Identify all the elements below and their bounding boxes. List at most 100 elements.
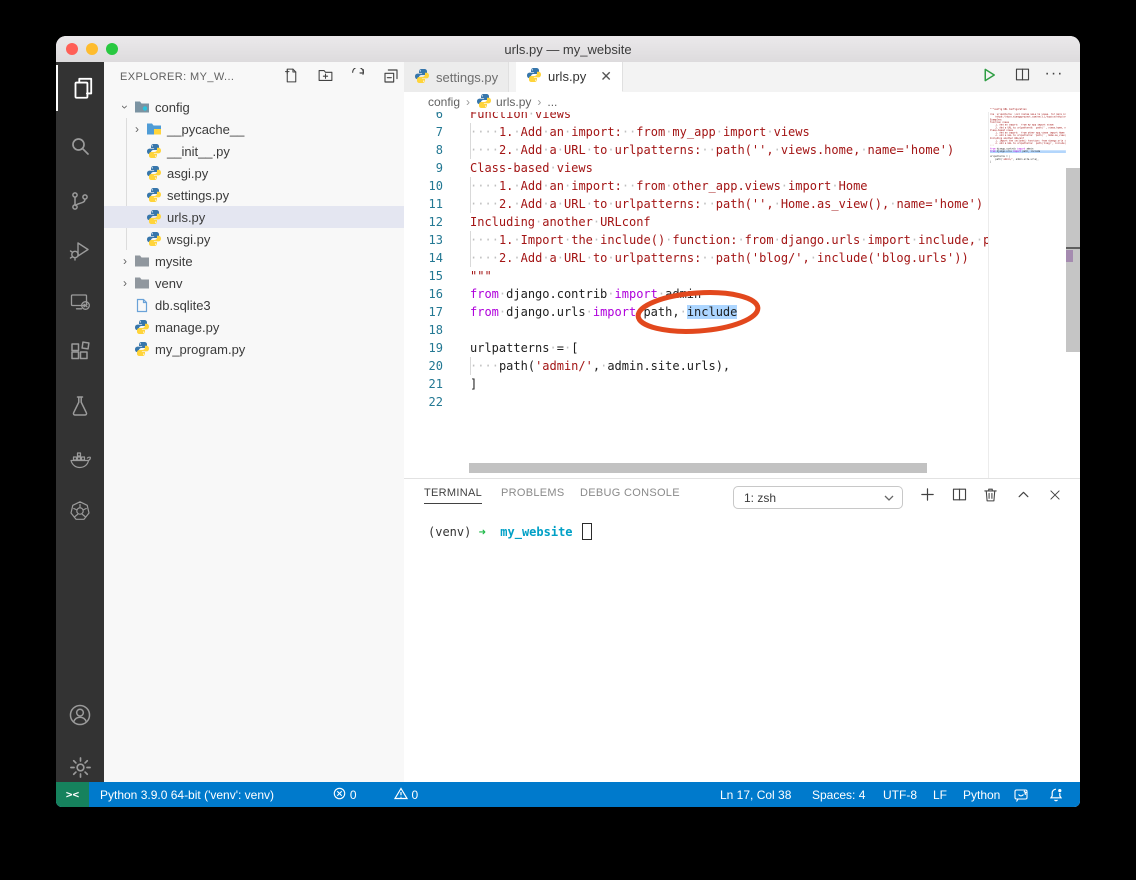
refresh-explorer-button[interactable] (347, 66, 369, 89)
breadcrumb-item[interactable]: urls.py (496, 95, 531, 109)
tree-item--pycache-[interactable]: › __pycache__ (104, 118, 404, 140)
panel-tab-debug-console[interactable]: DEBUG CONSOLE (580, 487, 680, 503)
status-indentation[interactable]: Spaces: 4 (812, 782, 865, 807)
activity-bar-kubernetes[interactable] (56, 488, 104, 534)
code-line-18[interactable]: 18 (404, 321, 988, 339)
line-number: 16 (428, 287, 443, 301)
horizontal-scrollbar[interactable] (469, 463, 927, 473)
new-file-button[interactable] (280, 67, 302, 89)
new-folder-button[interactable] (314, 67, 336, 89)
code-line-10[interactable]: 10 ····1.·Add·an·import:··from·other_app.… (404, 177, 988, 195)
collapse-folders-button[interactable] (380, 67, 402, 89)
minimap[interactable]: """config URL Configuration The `urlpatt… (990, 108, 1066, 248)
code-editor[interactable]: 6 Function·views 7 ····1.·Add·an·import:··f… (404, 112, 988, 478)
terminal-shell-select[interactable]: 1: zsh (733, 486, 903, 509)
line-number: 20 (428, 359, 443, 373)
activity-bar-source-control[interactable] (56, 178, 104, 224)
code-line-12[interactable]: 12 Including·another·URLconf (404, 213, 988, 231)
line-number: 21 (428, 377, 443, 391)
new-file-icon (283, 67, 300, 89)
refresh-icon (350, 66, 366, 89)
code-line-11[interactable]: 11 ····2.·Add·a·URL·to·urlpatterns:··path… (404, 195, 988, 213)
code-line-19[interactable]: 19 urlpatterns·=·[ (404, 339, 988, 357)
notifications-bell-icon[interactable] (1048, 782, 1064, 807)
split-terminal-button[interactable] (946, 484, 972, 510)
activity-bar-extensions[interactable] (56, 329, 104, 375)
python-icon (145, 209, 162, 225)
tree-item-config[interactable]: › config (104, 96, 404, 118)
scm-icon (68, 189, 92, 213)
breadcrumb-item[interactable]: config (428, 95, 460, 109)
feedback-icon[interactable] (1013, 782, 1029, 807)
status-cursor-position[interactable]: Ln 17, Col 38 (720, 782, 791, 807)
bottom-panel: TERMINAL PROBLEMS DEBUG CONSOLE 1: zsh (ve… (404, 478, 1080, 783)
new-terminal-button[interactable] (914, 484, 940, 510)
ellipsis-icon: ··· (1044, 65, 1064, 82)
editor-tab-bar: settings.py urls.py ✕ ··· (404, 62, 1080, 93)
shell-select-value: 1: zsh (744, 490, 777, 505)
code-line-15[interactable]: 15 """ (404, 267, 988, 285)
code-line-8[interactable]: 8 ····2.·Add·a·URL·to·urlpatterns:··path(… (404, 141, 988, 159)
activity-bar-accounts[interactable] (56, 692, 104, 738)
code-line-17[interactable]: 17 from·django.urls·import·path,·include (404, 303, 988, 321)
panel-tab-problems[interactable]: PROBLEMS (501, 487, 565, 503)
code-line-20[interactable]: 20 ····path('admin/',·admin.site.urls), (404, 357, 988, 375)
title-bar[interactable]: urls.py — my_website (56, 36, 1080, 63)
activity-bar-search[interactable] (56, 123, 104, 169)
code-line-13[interactable]: 13 ····1.·Import·the·include()·function:·… (404, 231, 988, 249)
tree-item-manage-py[interactable]: manage.py (104, 316, 404, 338)
code-line-22[interactable]: 22 (404, 393, 988, 411)
tree-item-venv[interactable]: › venv (104, 272, 404, 294)
tab-settings-py[interactable]: settings.py (404, 62, 510, 92)
tree-item-wsgi-py[interactable]: wsgi.py (104, 228, 404, 250)
status-eol[interactable]: LF (933, 782, 947, 807)
activity-bar-explorer[interactable] (56, 65, 106, 111)
run-python-file-button[interactable] (976, 64, 1002, 90)
folder-icon (133, 253, 150, 269)
maximize-panel-button[interactable] (1010, 484, 1036, 510)
terminal-cursor (581, 523, 592, 540)
activity-bar-remote-explorer[interactable] (56, 279, 104, 325)
kill-terminal-button[interactable] (977, 484, 1003, 510)
status-language-mode[interactable]: Python (963, 782, 1000, 807)
terminal-cwd: my_website (500, 524, 573, 539)
breadcrumb-item[interactable]: ... (547, 95, 557, 109)
tree-item-urls-py[interactable]: urls.py (104, 206, 404, 228)
tree-item-settings-py[interactable]: settings.py (104, 184, 404, 206)
debug-icon (68, 238, 92, 262)
problems-status[interactable]: 0 0 (304, 782, 418, 807)
tree-item-db-sqlite3[interactable]: db.sqlite3 (104, 294, 404, 316)
close-tab-icon[interactable]: ✕ (600, 68, 612, 85)
more-actions-button[interactable]: ··· (1041, 64, 1067, 90)
activity-bar-testing[interactable] (56, 383, 104, 429)
tree-item-asgi-py[interactable]: asgi.py (104, 162, 404, 184)
code-line-14[interactable]: 14 ····2.·Add·a·URL·to·urlpatterns:··path… (404, 249, 988, 267)
docker-icon (68, 447, 92, 471)
code-line-9[interactable]: 9 Class-based·views (404, 159, 988, 177)
code-line-21[interactable]: 21] (404, 375, 988, 393)
tree-item-mysite[interactable]: › mysite (104, 250, 404, 272)
python-icon (476, 93, 492, 112)
code-line-7[interactable]: 7 ····1.·Add·an·import:··from·my_app·impo… (404, 123, 988, 141)
kubernetes-icon (68, 499, 92, 523)
activity-bar-docker[interactable] (56, 436, 104, 482)
close-panel-button[interactable] (1042, 484, 1068, 510)
split-editor-button[interactable] (1009, 64, 1035, 90)
python-interpreter-status[interactable]: Python 3.9.0 64-bit ('venv': venv) (100, 782, 274, 807)
collapse-all-icon (383, 68, 399, 89)
code-line-16[interactable]: 16 from·django.contrib·import·admin (404, 285, 988, 303)
tree-item-label: asgi.py (167, 165, 209, 181)
line-number: 8 (435, 143, 443, 157)
terminal-viewport[interactable]: (venv) ➜ my_website (428, 523, 592, 540)
remote-indicator[interactable]: >< (56, 782, 89, 807)
status-encoding[interactable]: UTF-8 (883, 782, 917, 807)
tree-item-label: manage.py (155, 319, 220, 335)
breadcrumb[interactable]: config › urls.py ›... (404, 92, 1080, 112)
activity-bar-run-and-debug[interactable] (56, 227, 104, 273)
line-number: 11 (428, 197, 443, 211)
code-line-6[interactable]: 6 Function·views (404, 112, 988, 123)
tree-item-my-program-py[interactable]: my_program.py (104, 338, 404, 360)
panel-tab-terminal[interactable]: TERMINAL (424, 487, 483, 504)
tab-urls-py[interactable]: urls.py ✕ (516, 62, 624, 92)
tree-item--init-py[interactable]: __init__.py (104, 140, 404, 162)
